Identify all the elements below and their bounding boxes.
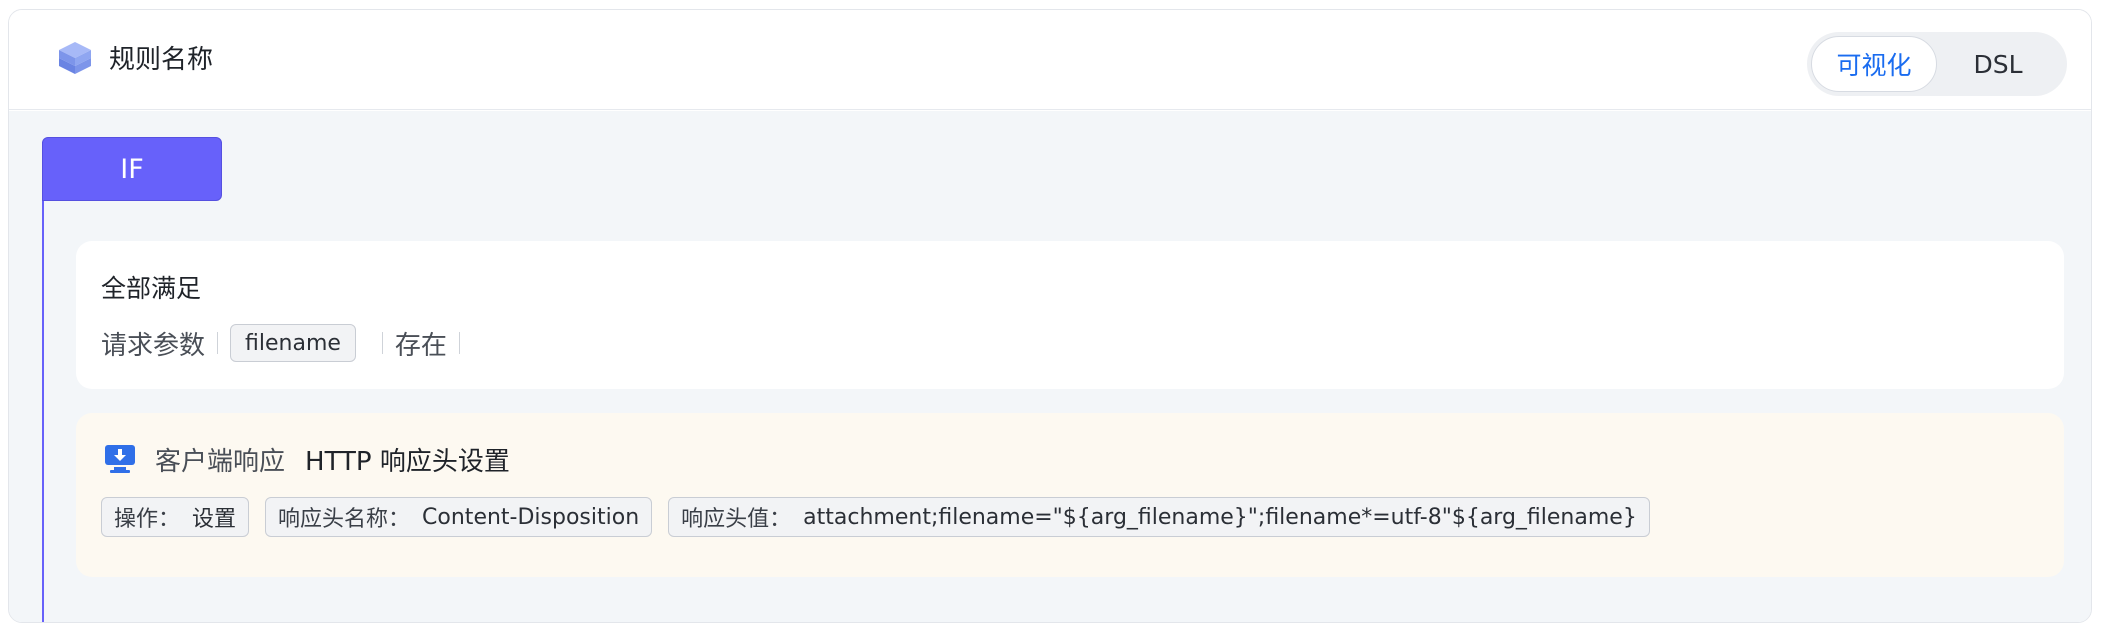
action-category: 客户端响应 bbox=[155, 446, 286, 477]
action-params: 操作： 设置 响应头名称： Content-Disposition 响应头值： … bbox=[101, 497, 1650, 537]
param-key: 操作： bbox=[114, 507, 181, 532]
param-chip-header-value: 响应头值： attachment;filename="${arg_filenam… bbox=[668, 497, 1650, 537]
rule-title: 规则名称 bbox=[109, 45, 214, 75]
rule-card: 规则名称 可视化 DSL IF 全部满足 请求参数 filename 存在 客户… bbox=[8, 9, 2092, 623]
condition-operator: 存在 bbox=[394, 330, 447, 361]
condition-card: 全部满足 请求参数 filename 存在 bbox=[76, 241, 2064, 389]
param-key: 响应头名称： bbox=[278, 507, 411, 532]
condition-row: 请求参数 filename 存在 bbox=[101, 323, 472, 363]
param-value: 设置 bbox=[192, 507, 237, 532]
action-header: 客户端响应 HTTP 响应头设置 bbox=[103, 441, 510, 477]
view-toggle: 可视化 DSL bbox=[1807, 32, 2067, 96]
param-key: 响应头值： bbox=[681, 507, 792, 532]
layers-icon bbox=[59, 42, 91, 74]
monitor-download-icon bbox=[105, 445, 135, 473]
divider bbox=[458, 332, 460, 354]
if-keyword-tab: IF bbox=[42, 137, 222, 201]
condition-field: 请求参数 bbox=[101, 330, 206, 361]
rule-header: 规则名称 可视化 DSL bbox=[9, 10, 2091, 110]
param-value: Content-Disposition bbox=[422, 504, 640, 530]
param-value: attachment;filename="${arg_filename}";fi… bbox=[803, 504, 1637, 530]
param-chip-header-name: 响应头名称： Content-Disposition bbox=[265, 497, 653, 537]
divider bbox=[217, 332, 219, 354]
dsl-view-button[interactable]: DSL bbox=[1937, 36, 2059, 92]
condition-group-label: 全部满足 bbox=[101, 274, 202, 303]
param-chip-operation: 操作： 设置 bbox=[101, 497, 250, 537]
action-card: 客户端响应 HTTP 响应头设置 操作： 设置 响应头名称： Content-D… bbox=[76, 413, 2064, 577]
if-branch-line bbox=[42, 201, 44, 622]
visual-view-button[interactable]: 可视化 bbox=[1811, 36, 1937, 92]
rule-body: IF 全部满足 请求参数 filename 存在 客户端响应 HTTP 响应头设… bbox=[9, 111, 2091, 622]
condition-param-tag: filename bbox=[230, 324, 356, 362]
action-name: HTTP 响应头设置 bbox=[305, 446, 510, 477]
divider bbox=[381, 332, 383, 354]
